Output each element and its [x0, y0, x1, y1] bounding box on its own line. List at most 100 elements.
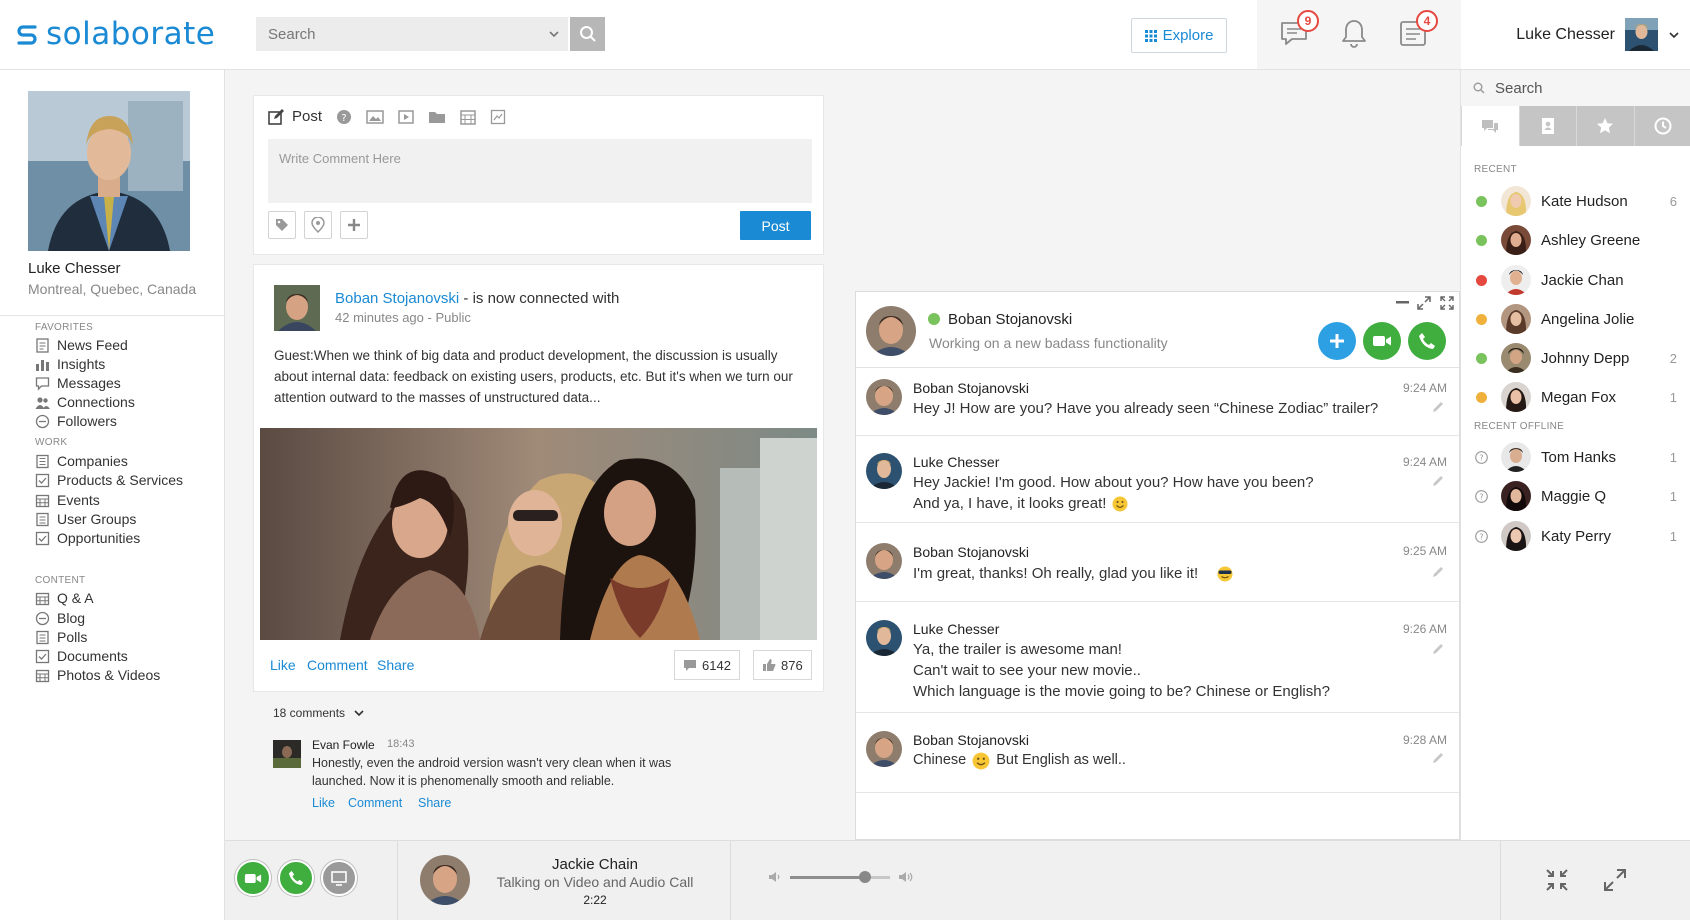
search-button[interactable] — [570, 17, 605, 51]
nav-item-photos-videos[interactable]: Photos & Videos — [35, 667, 160, 683]
video-camera-icon — [244, 873, 262, 883]
global-search-input[interactable]: Search — [256, 17, 568, 51]
nav-item-polls[interactable]: Polls — [35, 629, 87, 645]
volume-high-icon[interactable] — [898, 871, 914, 883]
tab-history[interactable] — [1633, 106, 1690, 146]
contact-item[interactable]: ? Maggie Q 1 — [1461, 479, 1690, 515]
folder-icon[interactable] — [428, 109, 446, 125]
tab-post[interactable]: Post — [268, 108, 322, 125]
contact-item[interactable]: Johnny Depp 2 — [1461, 341, 1690, 377]
comment-author[interactable]: Evan Fowle — [312, 738, 375, 752]
profile-name[interactable]: Luke Chesser — [28, 260, 121, 277]
unread-count: 1 — [1669, 489, 1677, 504]
tasks-button[interactable]: 4 — [1398, 10, 1438, 48]
call-video-button[interactable] — [235, 860, 271, 896]
add-participant-button[interactable] — [1318, 322, 1356, 360]
solaborate-logo[interactable]: solaborate — [14, 16, 215, 52]
nav-item-news-feed[interactable]: News Feed — [35, 337, 128, 353]
post-author-avatar[interactable] — [274, 285, 320, 331]
nav-item-connections[interactable]: Connections — [35, 394, 135, 410]
question-icon[interactable]: ? — [336, 109, 352, 125]
call-audio-button[interactable] — [278, 860, 314, 896]
contact-item[interactable]: ? Tom Hanks 1 — [1461, 440, 1690, 476]
nav-item-followers[interactable]: Followers — [35, 413, 117, 429]
volume-slider[interactable] — [790, 870, 890, 883]
volume-slider-handle[interactable] — [859, 870, 871, 883]
comments-toggle[interactable]: 18 comments — [273, 706, 365, 720]
contact-item[interactable]: Kate Hudson 6 — [1461, 184, 1690, 220]
post-button[interactable]: Post — [740, 211, 811, 240]
edit-pencil-icon[interactable] — [1431, 474, 1445, 488]
nav-item-messages[interactable]: Messages — [35, 375, 121, 391]
video-call-button[interactable] — [1363, 322, 1401, 360]
contact-item[interactable]: ? Katy Perry 1 — [1461, 519, 1690, 555]
nav-item-user-groups[interactable]: User Groups — [35, 511, 136, 527]
poll-icon[interactable] — [490, 109, 506, 125]
tab-address-book[interactable] — [1518, 106, 1576, 146]
notifications-button[interactable] — [1340, 18, 1368, 48]
expand-icon[interactable] — [1603, 868, 1627, 892]
message-avatar[interactable] — [866, 453, 902, 489]
tab-favorites[interactable] — [1576, 106, 1634, 146]
nav-item-q-and-a[interactable]: Q & A — [35, 590, 94, 606]
contact-item[interactable]: Ashley Greene — [1461, 223, 1690, 259]
message-avatar[interactable] — [866, 543, 902, 579]
chevron-down-icon[interactable] — [1668, 29, 1680, 41]
edit-pencil-icon[interactable] — [1431, 400, 1445, 414]
volume-low-icon[interactable] — [768, 871, 782, 883]
chat-contact-name[interactable]: Boban Stojanovski — [948, 311, 1072, 328]
contact-item[interactable]: Megan Fox 1 — [1461, 380, 1690, 416]
likes-count-button[interactable]: 876 — [753, 650, 812, 680]
nav-item-events[interactable]: Events — [35, 492, 100, 508]
comment-share-link[interactable]: Share — [418, 796, 451, 810]
fullscreen-icon[interactable] — [1440, 296, 1454, 310]
comment-time: 18:43 — [387, 738, 415, 750]
collapse-icon[interactable] — [1545, 868, 1569, 892]
tab-chats[interactable] — [1461, 106, 1519, 146]
chevron-down-icon[interactable] — [548, 28, 560, 40]
nav-item-insights[interactable]: Insights — [35, 356, 105, 372]
comment-author-avatar[interactable] — [273, 740, 301, 768]
audio-call-button[interactable] — [1408, 322, 1446, 360]
minimize-icon[interactable] — [1396, 301, 1409, 305]
nav-item-opportunities[interactable]: Opportunities — [35, 530, 140, 546]
message-avatar[interactable] — [866, 731, 902, 767]
nav-item-documents[interactable]: Documents — [35, 648, 128, 664]
call-contact-avatar[interactable] — [420, 855, 470, 905]
share-link[interactable]: Share — [377, 657, 414, 673]
message-avatar[interactable] — [866, 620, 902, 656]
profile-photo[interactable] — [28, 91, 190, 251]
nav-item-blog[interactable]: Blog — [35, 610, 85, 626]
comment-reply-link[interactable]: Comment — [348, 796, 402, 810]
location-button[interactable] — [304, 211, 332, 239]
expand-icon[interactable] — [1417, 296, 1431, 310]
post-image[interactable] — [260, 428, 817, 640]
svg-text:?: ? — [341, 113, 346, 124]
edit-pencil-icon[interactable] — [1431, 565, 1445, 579]
chat-contact-avatar[interactable] — [866, 306, 916, 356]
edit-pencil-icon[interactable] — [1431, 642, 1445, 656]
comments-count-button[interactable]: 6142 — [674, 650, 740, 680]
user-menu[interactable]: Luke Chesser — [1461, 0, 1690, 69]
nav-item-companies[interactable]: Companies — [35, 453, 128, 469]
explore-button[interactable]: Explore — [1131, 18, 1227, 53]
comment-input[interactable]: Write Comment Here — [268, 139, 812, 203]
add-attachment-button[interactable] — [340, 211, 368, 239]
message-avatar[interactable] — [866, 379, 902, 415]
screen-share-button[interactable] — [321, 860, 357, 896]
nav-item-products-services[interactable]: Products & Services — [35, 472, 183, 488]
like-link[interactable]: Like — [270, 657, 296, 673]
contact-item[interactable]: Angelina Jolie — [1461, 302, 1690, 338]
comment-like-link[interactable]: Like — [312, 796, 335, 810]
edit-pencil-icon[interactable] — [1431, 751, 1445, 765]
messages-button[interactable]: 9 — [1279, 10, 1319, 48]
calendar-icon[interactable] — [460, 109, 476, 125]
image-icon[interactable] — [366, 109, 384, 125]
volume-fill — [790, 875, 865, 879]
contact-item[interactable]: Jackie Chan — [1461, 263, 1690, 299]
post-author-link[interactable]: Boban Stojanovski — [335, 290, 459, 307]
contacts-search-input[interactable]: Search — [1461, 70, 1690, 106]
comment-link[interactable]: Comment — [307, 657, 368, 673]
video-icon[interactable] — [398, 109, 414, 125]
tag-button[interactable] — [268, 211, 296, 239]
